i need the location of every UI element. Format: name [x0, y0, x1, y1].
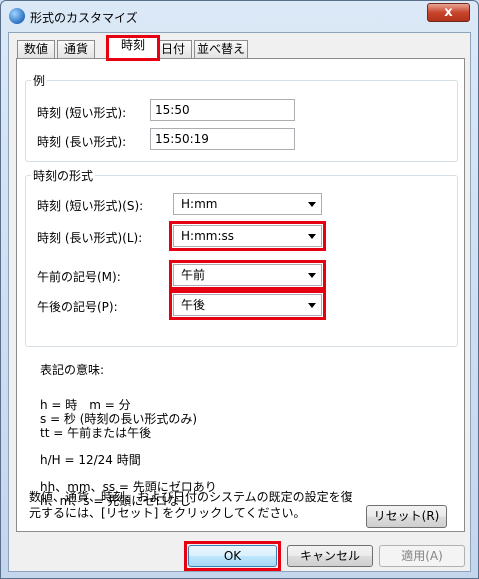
- notes-line: s = 秒 (時刻の長い形式のみ): [40, 412, 198, 426]
- long-time-highlight: [169, 221, 326, 251]
- pm-symbol-highlight: [169, 290, 326, 320]
- notes-heading: 表記の意味:: [40, 363, 105, 377]
- reset-button[interactable]: リセット(R): [366, 505, 447, 528]
- example-short-field: 15:50: [150, 99, 295, 121]
- notes-line: tt = 午前または午後: [40, 426, 152, 440]
- example-legend: 例: [33, 74, 46, 88]
- dialog-client: 数値 通貨 時刻 日付 並べ替え 例 時刻 (短い形式): 15:50 時刻 (…: [8, 32, 471, 572]
- short-time-value: H:mm: [181, 197, 218, 211]
- close-button[interactable]: x: [427, 3, 470, 22]
- am-symbol-highlight: [169, 260, 326, 290]
- short-time-label: 時刻 (短い形式)(S):: [37, 199, 144, 213]
- window-title: 形式のカスタマイズ: [30, 11, 138, 25]
- notes-line: h/H = 12/24 時間: [40, 453, 141, 467]
- notes-block-1: h = 時 m = 分 s = 秒 (時刻の長い形式のみ) tt = 午前または…: [40, 398, 197, 440]
- ok-highlight: [184, 541, 281, 571]
- long-time-label: 時刻 (長い形式)(L):: [37, 231, 143, 245]
- apply-button[interactable]: 適用(A): [379, 545, 465, 567]
- notes-line: h = 時 m = 分: [40, 398, 131, 412]
- am-symbol-label: 午前の記号(M):: [37, 270, 121, 284]
- tab-currency[interactable]: 通貨: [57, 40, 95, 58]
- example-long-label: 時刻 (長い形式):: [37, 135, 127, 149]
- dialog-window: 形式のカスタマイズ x 数値 通貨 時刻 日付 並べ替え 例 時刻 (短い形式)…: [0, 0, 479, 579]
- title-bar[interactable]: 形式のカスタマイズ x: [1, 1, 478, 31]
- pm-symbol-label: 午後の記号(P):: [37, 300, 118, 314]
- tab-number[interactable]: 数値: [17, 40, 55, 58]
- example-short-label: 時刻 (短い形式):: [37, 106, 127, 120]
- example-long-field: 15:50:19: [150, 128, 295, 150]
- cancel-button[interactable]: キャンセル: [287, 545, 373, 567]
- tab-panel-time: 例 時刻 (短い形式): 15:50 時刻 (長い形式): 15:50:19 時…: [16, 58, 465, 532]
- globe-icon: [9, 8, 25, 24]
- tab-sort[interactable]: 並べ替え: [194, 40, 248, 58]
- reset-description: 数値、通貨、時刻、および日付のシステムの既定の設定を復元するには、[リセット] …: [29, 490, 353, 520]
- chevron-down-icon[interactable]: [308, 202, 316, 207]
- time-format-legend: 時刻の形式: [33, 169, 94, 183]
- tab-time-highlight: [106, 35, 160, 61]
- short-time-combo[interactable]: H:mm: [173, 193, 322, 215]
